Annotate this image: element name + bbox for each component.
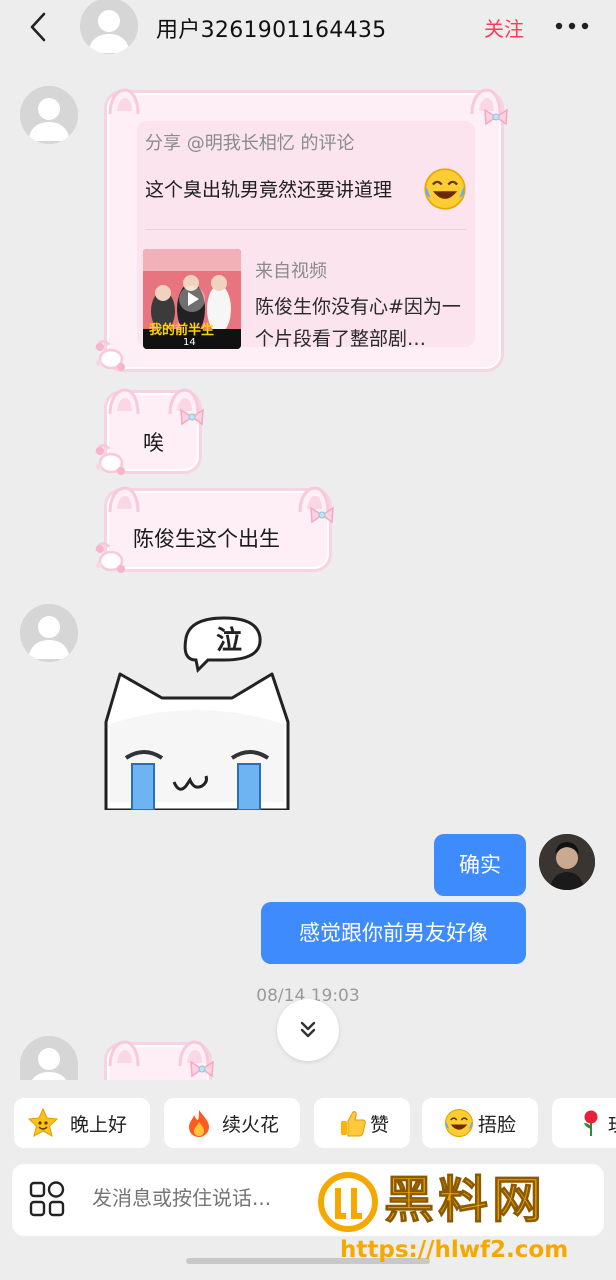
laugh-cry-emoji-icon — [444, 1108, 474, 1138]
bow-icon — [179, 407, 205, 427]
shared-comment-content: 分享 @明我长相忆 的评论 这个臭出轨男竟然还要讲道理 我的前半生 14 来自视… — [137, 121, 475, 350]
bow-icon — [309, 505, 335, 525]
cat-ear-icon — [107, 1039, 141, 1067]
shared-comment-text: 这个臭出轨男竟然还要讲道理 — [145, 179, 393, 201]
outgoing-message[interactable]: 感觉跟你前男友好像 — [261, 902, 526, 964]
chip-label: 玫 — [608, 1110, 616, 1137]
chip-label: 赞 — [370, 1114, 390, 1136]
message-text: 唉 — [143, 431, 164, 455]
shared-comment-card[interactable]: 分享 @明我长相忆 的评论 这个臭出轨男竟然还要讲道理 我的前半生 14 来自视… — [104, 90, 504, 372]
crying-cat-sticker[interactable]: 泣 — [96, 612, 298, 812]
message-input[interactable] — [92, 1186, 332, 1210]
thumbnail-episode: 14 — [183, 337, 196, 348]
incoming-message[interactable]: 陈俊生这个出生 — [104, 488, 332, 572]
apps-icon[interactable] — [28, 1180, 66, 1218]
watermark-url: https://hlwf2.com — [340, 1237, 569, 1263]
share-source-label: 分享 @明我长相忆 的评论 — [145, 133, 355, 154]
laugh-cry-emoji-icon — [423, 167, 467, 211]
quick-reply-chip[interactable]: 晚上好 — [14, 1098, 150, 1148]
chip-label: 捂脸 — [478, 1114, 517, 1136]
cat-ear-icon — [107, 485, 141, 513]
quick-reply-bar: 晚上好 续火花 赞 捂脸 玫 — [0, 1080, 616, 1164]
incoming-message[interactable]: 唉 — [104, 390, 202, 474]
outgoing-message[interactable]: 确实 — [434, 834, 526, 896]
scroll-to-bottom-button[interactable] — [277, 999, 339, 1061]
sender-avatar[interactable] — [20, 604, 78, 662]
chip-label: 晚上好 — [70, 1114, 128, 1136]
message-text: 陈俊生这个出生 — [133, 527, 280, 551]
contact-name[interactable]: 用户3261901164435 — [156, 12, 386, 44]
cat-ear-icon — [107, 387, 141, 415]
video-title: 陈俊生你没有心#因为一个片段看了整部剧… — [255, 296, 461, 350]
sender-avatar[interactable] — [20, 86, 78, 144]
more-icon[interactable] — [552, 14, 592, 38]
follow-button[interactable]: 关注 — [484, 13, 524, 42]
thumbnail-title: 我的前半生 — [149, 323, 215, 338]
video-thumbnail[interactable]: 我的前半生 14 — [143, 249, 241, 349]
back-icon[interactable] — [24, 10, 54, 44]
incoming-message-partial[interactable] — [104, 1036, 216, 1080]
incoming-message-bubble — [104, 1042, 212, 1080]
sender-avatar[interactable] — [20, 1036, 78, 1080]
my-avatar[interactable] — [539, 834, 595, 890]
contact-avatar[interactable] — [80, 0, 138, 54]
quick-reply-chip[interactable]: 赞 — [314, 1098, 410, 1148]
crying-cat-icon — [104, 616, 290, 812]
cat-ear-icon — [107, 87, 141, 115]
rose-emoji-icon — [584, 1110, 598, 1136]
double-chevron-down-icon — [300, 1021, 316, 1038]
watermark-logo-icon — [318, 1172, 378, 1232]
paw-icon — [91, 535, 131, 575]
thumbs-up-emoji-icon — [341, 1111, 366, 1137]
chat-header: 用户3261901164435 关注 — [0, 0, 616, 56]
video-source-label: 来自视频 — [255, 261, 327, 282]
bow-icon — [189, 1059, 215, 1079]
quick-reply-chip[interactable]: 续火花 — [164, 1098, 300, 1148]
divider — [145, 229, 467, 230]
chip-label: 续火花 — [222, 1114, 280, 1136]
star-face-emoji-icon — [28, 1108, 58, 1137]
sticker-bubble-text: 泣 — [216, 626, 243, 656]
fire-emoji-icon — [189, 1110, 209, 1137]
paw-icon — [91, 437, 131, 477]
watermark-text: 黑料网 — [384, 1171, 546, 1230]
bow-icon — [483, 107, 509, 127]
paw-icon — [91, 333, 131, 373]
quick-reply-chip[interactable]: 捂脸 — [422, 1098, 538, 1148]
quick-reply-chip[interactable]: 玫 — [552, 1098, 616, 1148]
